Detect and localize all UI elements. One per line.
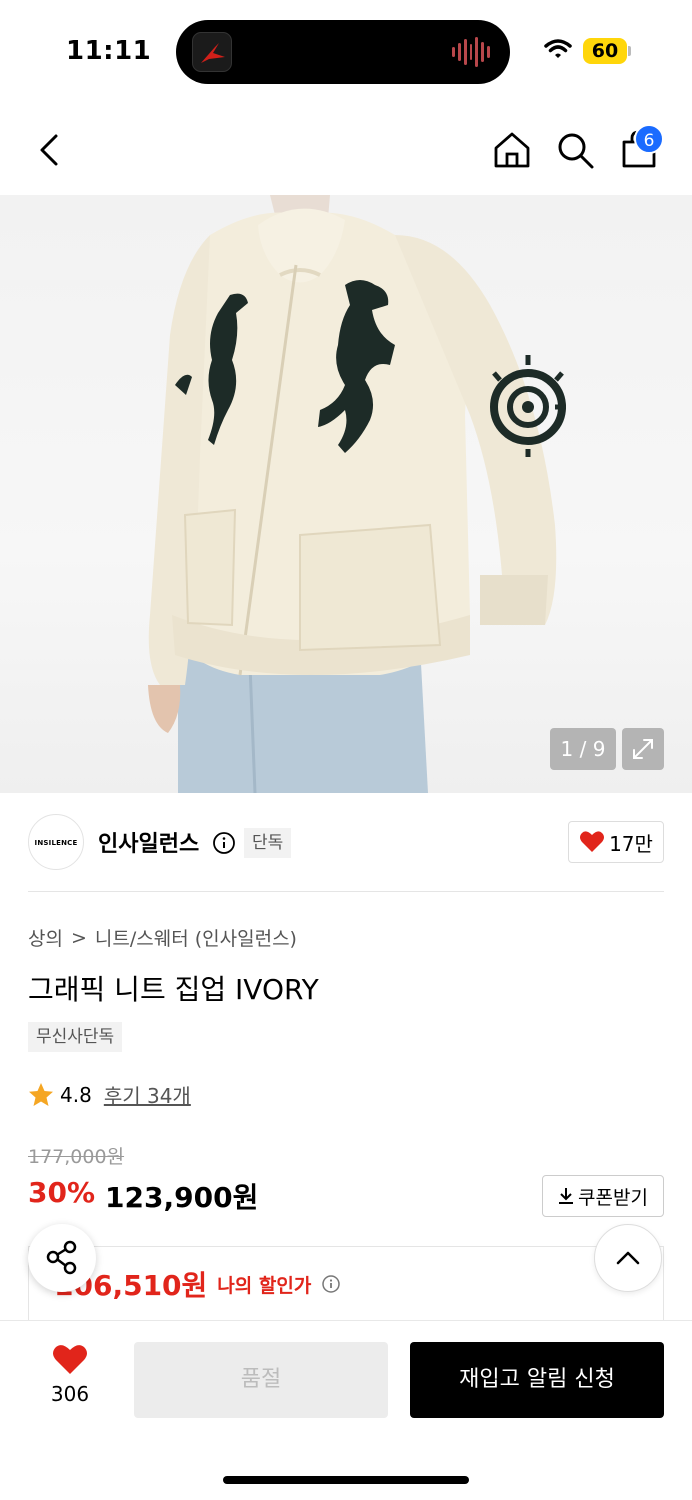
status-time: 11:11 bbox=[66, 36, 152, 66]
original-price: 177,000원 bbox=[28, 1146, 125, 1168]
breadcrumb: 상의 > 니트/스웨터 (인사일런스) bbox=[28, 924, 297, 951]
rating-value: 4.8 bbox=[60, 1082, 92, 1107]
search-icon[interactable] bbox=[554, 128, 596, 172]
musinsa-exclusive-badge: 무신사단독 bbox=[28, 1022, 123, 1052]
wishlist-count: 306 bbox=[50, 1382, 90, 1406]
coupon-label: 쿠폰받기 bbox=[578, 1186, 648, 1209]
my-discount-row: 106,510원 나의 할인가 bbox=[54, 1264, 341, 1304]
coupon-download-button[interactable]: 쿠폰받기 bbox=[542, 1175, 664, 1217]
brand-logo[interactable]: INSILENCE bbox=[28, 814, 84, 870]
now-playing-app-icon bbox=[192, 32, 232, 72]
reviews-link[interactable]: 후기 34개 bbox=[104, 1080, 191, 1109]
image-counter: 1 / 9 bbox=[550, 728, 616, 770]
restock-alert-button[interactable]: 재입고 알림 신청 bbox=[410, 1342, 664, 1418]
expand-icon[interactable] bbox=[622, 728, 664, 770]
scroll-top-button[interactable] bbox=[594, 1224, 662, 1292]
product-title: 그래픽 니트 집업 IVORY bbox=[28, 973, 319, 1006]
download-icon bbox=[559, 1188, 574, 1204]
share-icon bbox=[46, 1240, 77, 1275]
rating-row: 4.8 후기 34개 bbox=[28, 1080, 191, 1109]
brand-name[interactable]: 인사일런스 bbox=[98, 826, 199, 858]
breadcrumb-category[interactable]: 상의 bbox=[28, 924, 63, 951]
home-icon[interactable] bbox=[492, 128, 532, 172]
share-button[interactable] bbox=[28, 1224, 96, 1292]
cart-count-badge: 6 bbox=[634, 124, 664, 154]
heart-icon bbox=[580, 831, 605, 852]
home-indicator[interactable] bbox=[223, 1476, 469, 1484]
sale-price: 123,900원 bbox=[105, 1181, 259, 1214]
wifi-icon bbox=[544, 39, 572, 58]
battery-level: 60 bbox=[583, 38, 627, 64]
status-bar: 11:11 60 bbox=[0, 0, 692, 100]
chevron-up-icon bbox=[616, 1251, 640, 1265]
star-icon bbox=[29, 1082, 53, 1106]
soldout-button: 품절 bbox=[134, 1342, 388, 1418]
my-discount-label: 나의 할인가 bbox=[217, 1274, 312, 1297]
exclusive-badge: 단독 bbox=[244, 828, 292, 858]
discount-rate: 30% bbox=[28, 1176, 96, 1209]
divider bbox=[28, 891, 664, 892]
brand-like-count: 17만 bbox=[609, 831, 653, 856]
info-icon[interactable] bbox=[321, 1274, 341, 1294]
brand-like-button[interactable]: 17만 bbox=[568, 821, 664, 863]
battery-cap bbox=[628, 46, 631, 56]
breadcrumb-separator: > bbox=[70, 926, 87, 949]
back-icon[interactable] bbox=[32, 128, 72, 172]
dynamic-island bbox=[176, 20, 510, 84]
wishlist-button[interactable]: 306 bbox=[30, 1344, 110, 1414]
heart-icon bbox=[53, 1345, 87, 1374]
info-icon[interactable] bbox=[212, 831, 236, 855]
audio-waveform-icon bbox=[452, 36, 491, 68]
breadcrumb-subcategory[interactable]: 니트/스웨터 (인사일런스) bbox=[95, 924, 297, 951]
price-row: 30% 123,900원 bbox=[28, 1176, 258, 1216]
product-image[interactable] bbox=[0, 195, 692, 793]
